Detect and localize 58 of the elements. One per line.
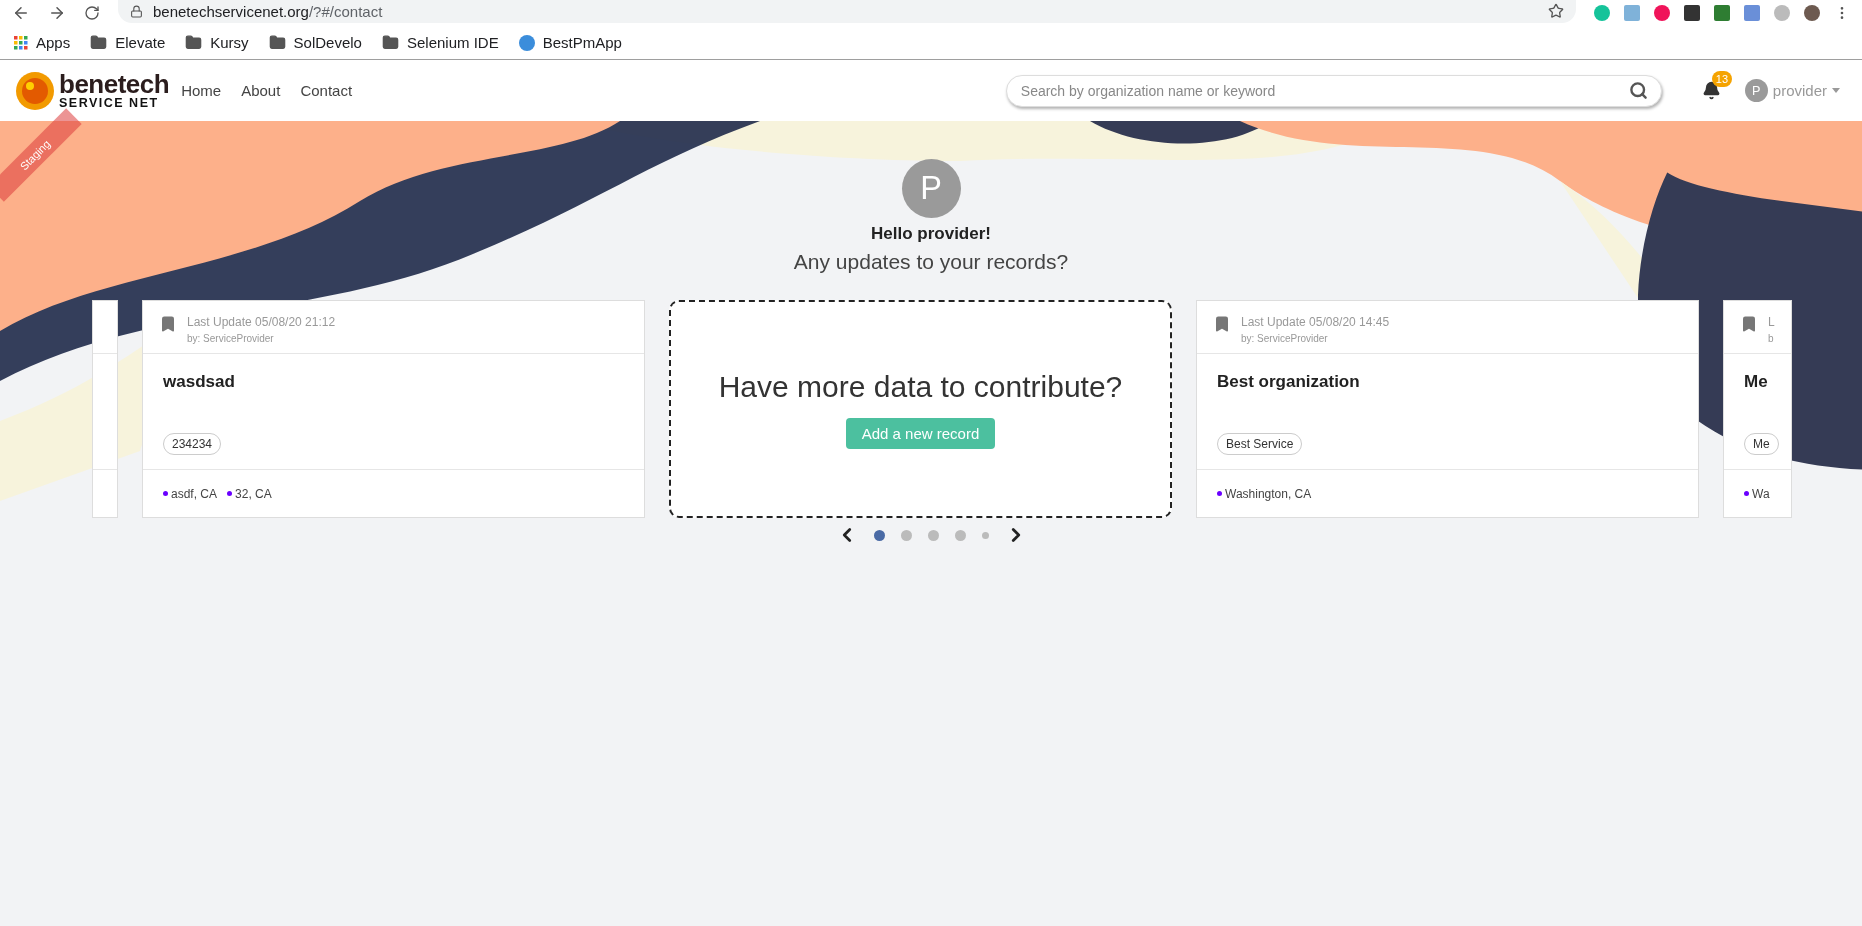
bookmark-icon[interactable] bbox=[1740, 315, 1758, 333]
pager-dot[interactable] bbox=[900, 529, 912, 541]
user-avatar: P bbox=[901, 159, 961, 218]
lock-icon bbox=[130, 4, 143, 18]
folder-icon bbox=[268, 34, 286, 51]
last-update: Last Update 05/08/20 21:12 bbox=[187, 315, 336, 329]
location: asdf, CA bbox=[163, 486, 218, 501]
folder-icon bbox=[381, 34, 399, 51]
add-record-prompt: Have more data to contribute? bbox=[718, 369, 1123, 404]
last-update: L bbox=[1768, 315, 1775, 329]
pager-dot[interactable] bbox=[954, 529, 966, 541]
bookmark-icon[interactable] bbox=[1213, 315, 1231, 333]
nav-link[interactable]: Contact bbox=[300, 82, 353, 99]
author: by: ServiceProvider bbox=[1241, 333, 1329, 344]
location: Wa bbox=[1744, 486, 1770, 501]
forward-icon[interactable] bbox=[48, 4, 66, 22]
record-title: Me bbox=[1744, 372, 1769, 392]
location: 32, CA bbox=[227, 486, 272, 501]
bookmark-item[interactable]: BestPmApp bbox=[518, 34, 622, 51]
bell-icon[interactable] bbox=[1701, 81, 1721, 100]
bookmark-item[interactable]: Elevate bbox=[90, 34, 166, 51]
location: Washington, CA bbox=[1217, 486, 1312, 501]
bookmark-icon[interactable] bbox=[159, 315, 177, 333]
record-title: wasdsad bbox=[163, 372, 236, 392]
folder-icon bbox=[185, 34, 203, 51]
nav-link[interactable]: About bbox=[241, 82, 281, 99]
bookmark-item[interactable]: Apps bbox=[14, 34, 71, 51]
search-icon[interactable] bbox=[1628, 80, 1648, 100]
url-text: benetechservicenet.org/?#/contact bbox=[153, 2, 383, 20]
extension-icon[interactable] bbox=[1654, 5, 1670, 21]
folder-icon bbox=[90, 34, 108, 51]
apps-icon bbox=[14, 35, 28, 50]
last-update: Last Update 05/08/20 14:45 bbox=[1241, 315, 1390, 329]
site-icon bbox=[518, 34, 535, 51]
logo-globe-icon bbox=[15, 70, 55, 111]
greeting-subtitle: Any updates to your records? bbox=[793, 250, 1069, 274]
reload-icon[interactable] bbox=[84, 5, 100, 21]
bookmark-item[interactable]: Selenium IDE bbox=[381, 34, 499, 51]
record-card[interactable]: Last Update 05/08/20 14:45 by: ServiceProvider Best organization Best Service Washington, CA bbox=[1196, 300, 1699, 518]
record-card[interactable]: Last Update 05/08/20 21:12 by: ServiceProvider wasdsad 234234 asdf, CA 32, CA bbox=[142, 300, 645, 518]
bookmark-item[interactable]: SolDevelo bbox=[268, 34, 362, 51]
back-icon[interactable] bbox=[12, 4, 30, 22]
notification-badge: 13 bbox=[1711, 71, 1733, 87]
author: by: ServiceProvider bbox=[187, 333, 275, 344]
star-icon[interactable] bbox=[1548, 3, 1564, 19]
search-field[interactable]: Search by organization name or keyword bbox=[1005, 74, 1662, 107]
record-card[interactable]: L b Me Me Wa bbox=[1723, 300, 1792, 518]
record-title: Best organization bbox=[1217, 372, 1361, 392]
logo[interactable]: benetech SERVICE NET bbox=[15, 70, 170, 111]
profile-avatar[interactable] bbox=[1804, 5, 1820, 21]
greeting-title: Hello provider! bbox=[871, 224, 991, 244]
nav-link[interactable]: Home bbox=[181, 82, 222, 99]
author: b bbox=[1768, 333, 1775, 344]
bookmark-item[interactable]: Kursy bbox=[185, 34, 249, 51]
pager-dot[interactable] bbox=[981, 531, 989, 539]
pager-dot[interactable] bbox=[927, 529, 939, 541]
pager-dot[interactable] bbox=[873, 529, 885, 541]
address-bar[interactable]: benetechservicenet.org/?#/contact bbox=[118, 0, 1576, 23]
